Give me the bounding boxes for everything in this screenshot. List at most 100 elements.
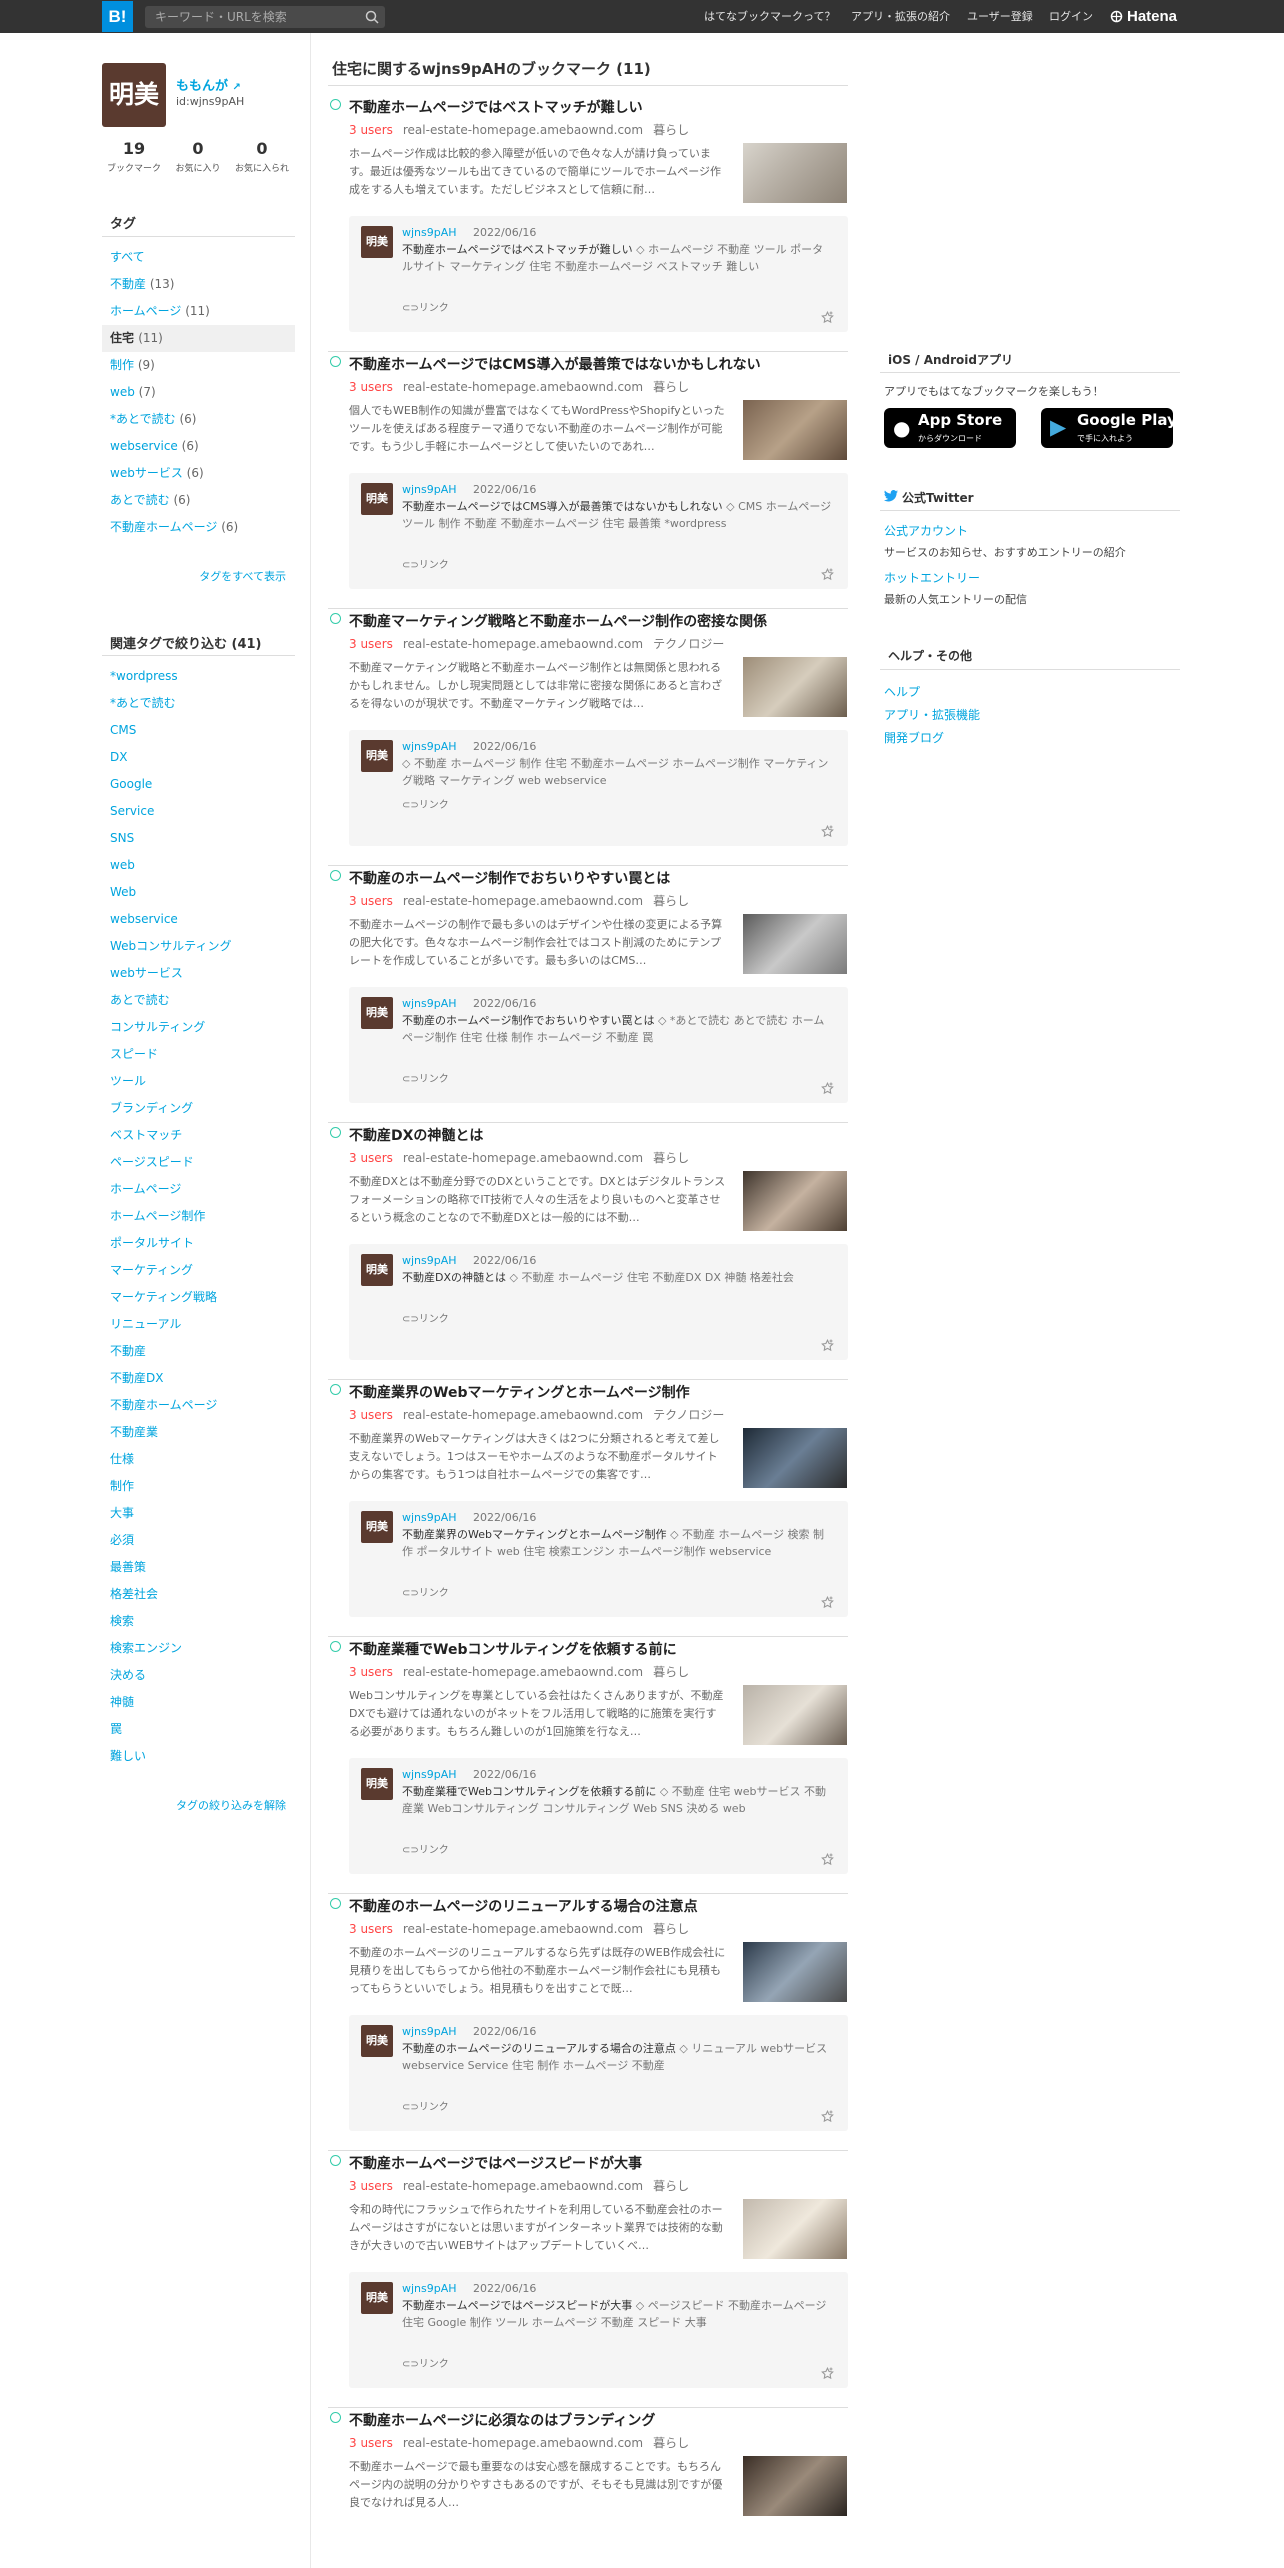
entry-category-link[interactable]: 暮らし <box>653 894 689 908</box>
apps-extension-link[interactable]: アプリ・拡張機能 <box>884 706 980 723</box>
stat-favorites[interactable]: 0 お気に入り <box>167 139 229 174</box>
related-tag-item[interactable]: *あとで読む <box>102 690 295 717</box>
related-tag-item[interactable]: 大事 <box>102 1500 295 1527</box>
tag-item[interactable]: 不動産 (13) <box>102 271 295 298</box>
users-count-link[interactable]: 3 users <box>349 1408 393 1422</box>
add-star-icon[interactable] <box>821 1082 834 1095</box>
related-tag-item[interactable]: 制作 <box>102 1473 295 1500</box>
entry-title-link[interactable]: 不動産ホームページではベストマッチが難しい <box>349 97 839 117</box>
users-count-link[interactable]: 3 users <box>349 123 393 137</box>
user-name[interactable]: ももんが ↗ <box>176 75 241 94</box>
tag-item-selected[interactable]: 住宅 (11) <box>102 325 295 352</box>
tag-item[interactable]: 制作 (9) <box>102 352 295 379</box>
dev-blog-link[interactable]: 開発ブログ <box>884 729 944 746</box>
related-tag-item[interactable]: 必須 <box>102 1527 295 1554</box>
related-tag-item[interactable]: 最善策 <box>102 1554 295 1581</box>
entry-category-link[interactable]: 暮らし <box>653 380 689 394</box>
related-tag-item[interactable]: webservice <box>102 906 295 933</box>
users-count-link[interactable]: 3 users <box>349 1665 393 1679</box>
bookmark-avatar[interactable]: 明美 <box>361 2282 393 2314</box>
bookmark-link[interactable]: ⊂⊃リンク <box>402 2355 449 2370</box>
entry-thumbnail[interactable] <box>743 2456 847 2516</box>
nav-login[interactable]: ログイン <box>1049 0 1093 33</box>
related-tag-item[interactable]: Google <box>102 771 295 798</box>
bookmark-link[interactable]: ⊂⊃リンク <box>402 1584 449 1599</box>
bookmark-link[interactable]: ⊂⊃リンク <box>402 2098 449 2113</box>
entry-thumbnail[interactable] <box>743 1685 847 1745</box>
entry-title-link[interactable]: 不動産ホームページに必須なのはブランディング <box>349 2410 839 2430</box>
related-tag-item[interactable]: 不動産業 <box>102 1419 295 1446</box>
related-tag-item[interactable]: ベストマッチ <box>102 1122 295 1149</box>
related-tag-item[interactable]: webサービス <box>102 960 295 987</box>
users-count-link[interactable]: 3 users <box>349 1151 393 1165</box>
bookmark-link[interactable]: ⊂⊃リンク <box>402 1070 449 1085</box>
show-all-tags-link[interactable]: タグをすべて表示 <box>199 568 286 584</box>
hatena-logo[interactable]: Hatena <box>1127 0 1177 33</box>
bookmark-user-link[interactable]: wjns9pAH <box>402 2282 457 2295</box>
entry-thumbnail[interactable] <box>743 657 847 717</box>
bookmark-link[interactable]: ⊂⊃リンク <box>402 796 449 811</box>
add-star-icon[interactable] <box>821 1596 834 1609</box>
entry-title-link[interactable]: 不動産のホームページのリニューアルする場合の注意点 <box>349 1896 839 1916</box>
tag-item[interactable]: webサービス (6) <box>102 460 295 487</box>
bookmark-user-link[interactable]: wjns9pAH <box>402 997 457 1010</box>
entry-thumbnail[interactable] <box>743 1942 847 2002</box>
clear-filter-link[interactable]: タグの絞り込みを解除 <box>176 1797 286 1813</box>
entry-title-link[interactable]: 不動産のホームページ制作でおちいりやすい罠とは <box>349 868 839 888</box>
entry-category-link[interactable]: テクノロジー <box>653 637 724 651</box>
add-star-icon[interactable] <box>821 2110 834 2123</box>
hatebu-logo[interactable]: B! <box>102 1 133 32</box>
bookmark-link[interactable]: ⊂⊃リンク <box>402 556 449 571</box>
stat-favorited[interactable]: 0 お気に入られ <box>231 139 293 174</box>
related-tag-item[interactable]: web <box>102 852 295 879</box>
related-tag-item[interactable]: ポータルサイト <box>102 1230 295 1257</box>
tag-item[interactable]: *あとで読む (6) <box>102 406 295 433</box>
bookmark-user-link[interactable]: wjns9pAH <box>402 1254 457 1267</box>
tag-item[interactable]: すべて <box>102 244 295 271</box>
related-tag-item[interactable]: コンサルティング <box>102 1014 295 1041</box>
search-input[interactable]: キーワード・URLを検索 <box>145 6 385 28</box>
bookmark-user-link[interactable]: wjns9pAH <box>402 226 457 239</box>
related-tag-item[interactable]: 罠 <box>102 1716 295 1743</box>
entry-domain-link[interactable]: real-estate-homepage.amebaownd.com <box>403 2436 643 2450</box>
related-tag-item[interactable]: ブランディング <box>102 1095 295 1122</box>
related-tag-item[interactable]: *wordpress <box>102 663 295 690</box>
google-play-button[interactable]: ▶ Google Play で手に入れよう <box>1041 408 1177 448</box>
entry-domain-link[interactable]: real-estate-homepage.amebaownd.com <box>403 894 643 908</box>
bookmark-avatar[interactable]: 明美 <box>361 483 393 515</box>
bookmark-user-link[interactable]: wjns9pAH <box>402 483 457 496</box>
users-count-link[interactable]: 3 users <box>349 2436 393 2450</box>
entry-domain-link[interactable]: real-estate-homepage.amebaownd.com <box>403 1922 643 1936</box>
related-tag-item[interactable]: 不動産ホームページ <box>102 1392 295 1419</box>
tag-item[interactable]: webservice (6) <box>102 433 295 460</box>
add-star-icon[interactable] <box>821 1339 834 1352</box>
related-tag-item[interactable]: 神髄 <box>102 1689 295 1716</box>
entry-thumbnail[interactable] <box>743 143 847 203</box>
entry-domain-link[interactable]: real-estate-homepage.amebaownd.com <box>403 380 643 394</box>
related-tag-item[interactable]: 不動産DX <box>102 1365 295 1392</box>
entry-domain-link[interactable]: real-estate-homepage.amebaownd.com <box>403 123 643 137</box>
entry-category-link[interactable]: 暮らし <box>653 123 689 137</box>
related-tag-item[interactable]: あとで読む <box>102 987 295 1014</box>
entry-category-link[interactable]: 暮らし <box>653 1665 689 1679</box>
entry-category-link[interactable]: 暮らし <box>653 2436 689 2450</box>
tag-item[interactable]: ホームページ (11) <box>102 298 295 325</box>
nav-apps[interactable]: アプリ・拡張の紹介 <box>851 0 950 33</box>
related-tag-item[interactable]: 検索 <box>102 1608 295 1635</box>
entry-domain-link[interactable]: real-estate-homepage.amebaownd.com <box>403 1665 643 1679</box>
bookmark-avatar[interactable]: 明美 <box>361 226 393 258</box>
related-tag-item[interactable]: Web <box>102 879 295 906</box>
add-star-icon[interactable] <box>821 1853 834 1866</box>
twitter-account-link[interactable]: 公式アカウント <box>884 522 968 539</box>
tag-item[interactable]: web (7) <box>102 379 295 406</box>
entry-thumbnail[interactable] <box>743 1171 847 1231</box>
entry-title-link[interactable]: 不動産DXの神髄とは <box>349 1125 839 1145</box>
add-star-icon[interactable] <box>821 2367 834 2380</box>
related-tag-item[interactable]: ホームページ制作 <box>102 1203 295 1230</box>
entry-title-link[interactable]: 不動産ホームページではページスピードが大事 <box>349 2153 839 2173</box>
bookmark-link[interactable]: ⊂⊃リンク <box>402 299 449 314</box>
nav-register[interactable]: ユーザー登録 <box>967 0 1033 33</box>
entry-category-link[interactable]: 暮らし <box>653 1922 689 1936</box>
add-star-icon[interactable] <box>821 311 834 324</box>
bookmark-user-link[interactable]: wjns9pAH <box>402 740 457 753</box>
